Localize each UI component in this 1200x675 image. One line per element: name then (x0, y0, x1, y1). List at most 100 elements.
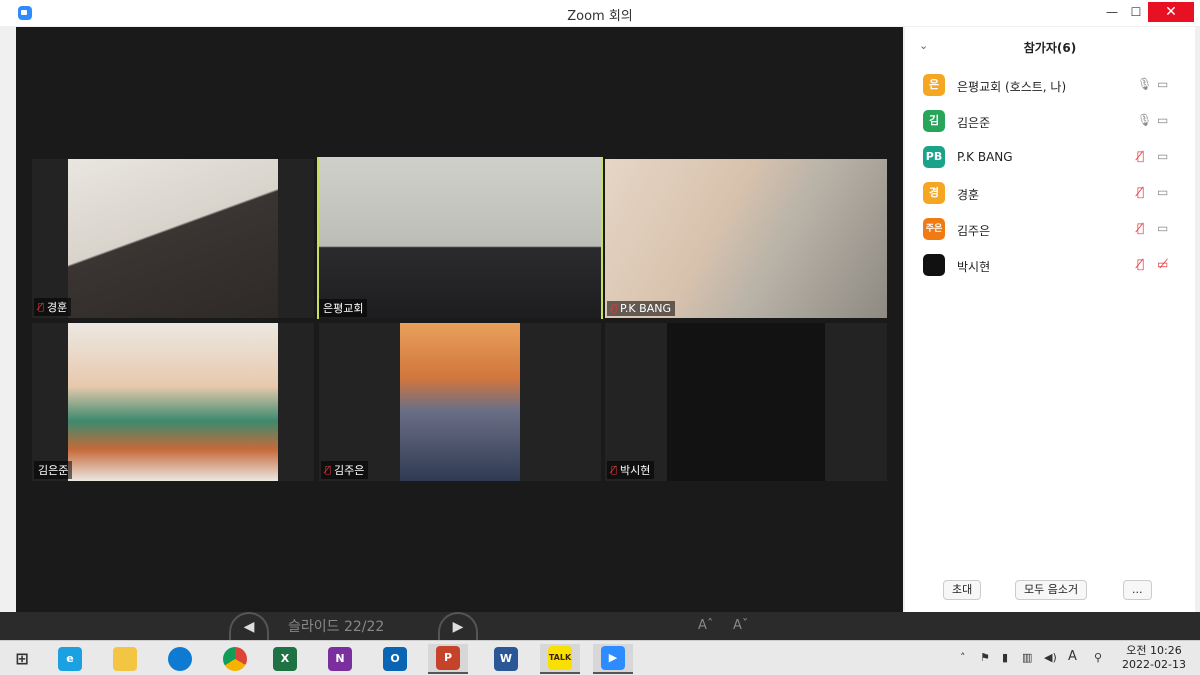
next-slide-button[interactable]: ▶ (438, 612, 478, 642)
prev-slide-button[interactable]: ◀ (229, 612, 269, 642)
invite-button[interactable]: 초대 (943, 580, 982, 600)
video-tile[interactable]: 🎙̸ 박시현 (605, 323, 887, 481)
font-size-icon[interactable]: Aˆ (698, 618, 713, 633)
tile-name: 박시현 (620, 464, 651, 477)
camera-icon[interactable]: ▭ (1157, 77, 1168, 91)
input-tools-icon[interactable]: ⚲ (1094, 651, 1102, 664)
participant-row[interactable]: 경 경훈 🎙̸ ▭ (905, 180, 1195, 216)
start-button[interactable]: ⊞ (2, 644, 42, 674)
mic-icon[interactable]: 🎙 (1137, 77, 1152, 91)
participant-row[interactable]: 주은 김주은 🎙̸ ▭ (905, 216, 1195, 252)
name-tag: 🎙̸ P.K BANG (607, 301, 675, 316)
video-tile[interactable]: 김은준 (32, 323, 314, 481)
word-icon: W (494, 647, 518, 671)
mic-muted-icon: 🎙̸ (38, 301, 45, 313)
mic-muted-icon[interactable]: 🎙̸ (1137, 221, 1144, 235)
tile-name: 경훈 (47, 301, 68, 314)
participant-name: 경훈 (957, 188, 980, 202)
font-size-icon[interactable]: Aˇ (733, 618, 748, 633)
mic-muted-icon[interactable]: 🎙̸ (1137, 149, 1144, 163)
participant-row[interactable]: 박시현 🎙̸ ▭̸ (905, 252, 1195, 288)
participant-video (605, 159, 887, 318)
taskbar-app[interactable]: X (265, 644, 305, 674)
chevron-up-icon[interactable]: ˄ (960, 651, 966, 664)
kakaotalk-icon: TALK (548, 646, 572, 670)
outlook-icon: O (383, 647, 407, 671)
excel-icon: X (273, 647, 297, 671)
participants-header: 참가자(6) (1023, 41, 1077, 55)
taskbar-app[interactable]: N (320, 644, 360, 674)
minimize-button[interactable]: — (1100, 2, 1124, 22)
participant-row[interactable]: PB P.K BANG 🎙̸ ▭ (905, 144, 1195, 180)
mic-muted-icon: 🎙̸ (611, 303, 618, 314)
taskbar-app[interactable]: P (428, 644, 468, 674)
avatar: 경 (923, 182, 945, 204)
flag-icon[interactable]: ⚑ (980, 651, 990, 664)
powerpoint-icon: P (436, 646, 460, 670)
close-button[interactable]: ✕ (1148, 2, 1194, 22)
camera-icon[interactable]: ▭ (1157, 113, 1168, 127)
taskbar-app[interactable]: W (486, 644, 526, 674)
mute-all-button[interactable]: 모두 음소거 (1015, 580, 1088, 600)
battery-icon[interactable]: ▮ (1002, 651, 1008, 664)
video-gallery: 🎙̸ 경훈 은평교회 🎙̸ P.K BANG 김은준 🎙̸ 김주은 🎙̸ 박시현 (16, 27, 903, 612)
participant-name: 박시현 (957, 260, 991, 274)
camera-icon[interactable]: ▭ (1157, 149, 1168, 163)
video-tile[interactable]: 🎙̸ 김주은 (319, 323, 601, 481)
avatar: 주은 (923, 218, 945, 240)
network-icon[interactable]: ▥ (1022, 651, 1032, 664)
slide-counter: 슬라이드 22/22 (288, 619, 385, 635)
participant-video-off (667, 323, 825, 481)
mic-muted-icon: 🎙̸ (325, 464, 332, 476)
clock[interactable]: 오전 10:26 2022-02-13 (1118, 644, 1190, 672)
participant-name: 은평교회 (호스트, 나) (957, 80, 1067, 94)
mic-muted-icon[interactable]: 🎙̸ (1137, 185, 1144, 199)
taskbar-app[interactable] (215, 644, 255, 674)
taskbar-app[interactable]: e (50, 644, 90, 674)
taskbar-app[interactable] (160, 644, 200, 674)
taskbar: ⊞ e X N O P W TALK ▶ ˄ ⚑ ▮ ▥ ◀) A ⚲ 오전 1… (0, 640, 1200, 675)
participant-list: 은 은평교회 (호스트, 나) 🎙 ▭ 김 김은준 🎙 ▭ PB P.K BAN… (905, 72, 1195, 288)
camera-icon[interactable]: ▭ (1157, 221, 1168, 235)
avatar: 김 (923, 110, 945, 132)
ime-indicator[interactable]: A (1068, 649, 1077, 664)
zoom-window: Zoom 회의 — ☐ ✕ 🎙̸ 경훈 은평교회 🎙̸ P.K BANG 김은준 🎙… (0, 0, 1200, 632)
more-button[interactable]: ... (1123, 580, 1152, 600)
avatar: 은 (923, 74, 945, 96)
camera-off-icon[interactable]: ▭̸ (1157, 257, 1168, 271)
name-tag: 🎙̸ 경훈 (34, 298, 72, 316)
taskbar-app[interactable]: ▶ (593, 644, 633, 674)
volume-icon[interactable]: ◀) (1044, 651, 1057, 664)
tile-name: 김주은 (334, 464, 365, 477)
taskbar-app[interactable] (105, 644, 145, 674)
taskbar-app[interactable]: TALK (540, 644, 580, 674)
maximize-button[interactable]: ☐ (1124, 2, 1148, 22)
chrome-icon (223, 647, 247, 671)
zoom-icon: ▶ (601, 646, 625, 670)
camera-icon[interactable]: ▭ (1157, 185, 1168, 199)
mic-icon[interactable]: 🎙 (1137, 113, 1152, 127)
onenote-icon: N (328, 647, 352, 671)
name-tag: 은평교회 (319, 299, 368, 317)
participant-row[interactable]: 김 김은준 🎙 ▭ (905, 108, 1195, 144)
clock-time: 오전 10:26 (1126, 644, 1182, 657)
taskbar-app[interactable]: O (375, 644, 415, 674)
tile-name: P.K BANG (620, 302, 671, 315)
participant-row[interactable]: 은 은평교회 (호스트, 나) 🎙 ▭ (905, 72, 1195, 108)
participant-name: 김주은 (957, 224, 991, 238)
video-tile[interactable]: 🎙̸ P.K BANG (605, 159, 887, 318)
mic-muted-icon: 🎙̸ (611, 464, 618, 476)
mic-muted-icon[interactable]: 🎙̸ (1137, 257, 1144, 271)
video-tile[interactable]: 🎙̸ 경훈 (32, 159, 314, 318)
name-tag: 🎙̸ 박시현 (607, 461, 655, 479)
participant-video (68, 323, 278, 481)
name-tag: 🎙̸ 김주은 (321, 461, 369, 479)
avatar: PB (923, 146, 945, 168)
avatar (923, 254, 945, 276)
edge-icon (168, 647, 192, 671)
participant-video (68, 159, 278, 318)
window-title: Zoom 회의 (567, 9, 633, 24)
video-tile-active-speaker[interactable]: 은평교회 (317, 157, 603, 319)
participant-video (319, 157, 601, 319)
title-bar: Zoom 회의 — ☐ ✕ (0, 0, 1200, 26)
